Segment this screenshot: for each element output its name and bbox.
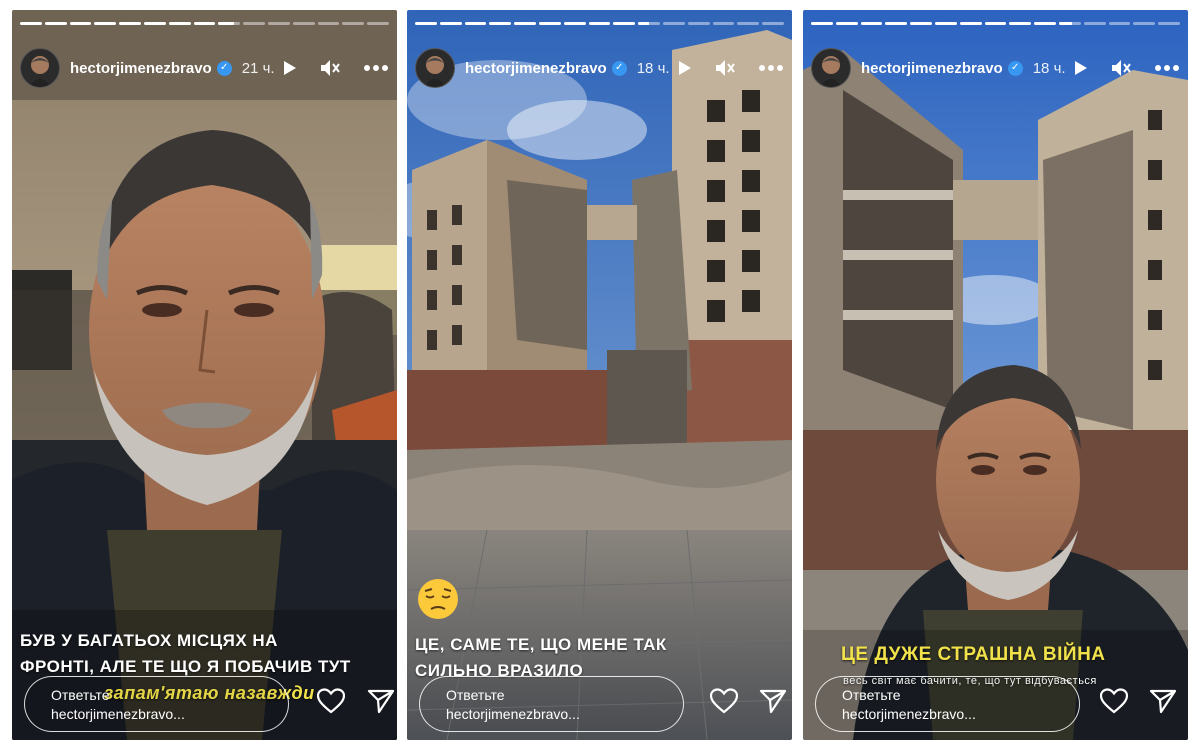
progress-segment xyxy=(267,22,290,25)
post-time: 21 ч. xyxy=(241,59,275,77)
progress-segment xyxy=(712,22,735,25)
progress-segment xyxy=(860,22,883,25)
progress-segment xyxy=(1009,22,1032,25)
mute-icon[interactable] xyxy=(1110,58,1132,78)
progress-segment xyxy=(69,22,92,25)
story-panel-3[interactable]: hectorjimenezbravo ✓ 18 ч. ЦЕ ДУЖЕ СТРАШ… xyxy=(803,10,1188,740)
heart-icon[interactable] xyxy=(1100,688,1128,714)
story-photo-selfie-ruins xyxy=(803,10,1188,740)
progress-segment xyxy=(119,22,141,25)
progress-segment xyxy=(317,22,340,25)
story-progress-bar xyxy=(811,22,1180,25)
progress-segment xyxy=(489,22,512,25)
progress-segment xyxy=(464,22,487,25)
progress-segment xyxy=(342,22,365,25)
progress-segment xyxy=(984,22,1007,25)
avatar[interactable] xyxy=(20,48,60,88)
reply-placeholder-line2: hectorjimenezbravo... xyxy=(842,706,976,722)
more-icon[interactable] xyxy=(758,64,784,72)
caption-highlight: ЦЕ ДУЖЕ СТРАШНА ВІЙНА xyxy=(841,644,1106,665)
username[interactable]: hectorjimenezbravo xyxy=(70,60,212,77)
progress-segment xyxy=(1158,22,1180,25)
progress-segment xyxy=(563,22,586,25)
avatar[interactable] xyxy=(415,48,455,88)
progress-segment xyxy=(243,22,265,25)
more-icon[interactable] xyxy=(363,64,389,72)
reply-placeholder-line1: Ответьте xyxy=(842,687,901,703)
progress-segment xyxy=(1058,22,1081,25)
progress-segment xyxy=(588,22,611,25)
reply-placeholder-line2: hectorjimenezbravo... xyxy=(446,706,580,722)
reply-input[interactable]: Ответьте hectorjimenezbravo... xyxy=(24,676,289,732)
send-icon[interactable] xyxy=(1149,688,1177,714)
progress-segment xyxy=(613,22,636,25)
progress-segment xyxy=(959,22,982,25)
play-icon[interactable] xyxy=(678,60,692,76)
progress-segment xyxy=(168,22,191,25)
progress-segment xyxy=(885,22,908,25)
heart-icon[interactable] xyxy=(710,688,738,714)
verified-icon: ✓ xyxy=(611,60,627,76)
progress-segment xyxy=(20,22,42,25)
progress-segment xyxy=(835,22,858,25)
progress-segment xyxy=(1133,22,1156,25)
post-time: 18 ч. xyxy=(636,59,670,77)
progress-segment xyxy=(292,22,315,25)
story-progress-bar xyxy=(20,22,389,25)
more-icon[interactable] xyxy=(1154,64,1180,72)
progress-segment xyxy=(737,22,760,25)
progress-segment xyxy=(638,22,660,25)
story-caption: БУВ У БАГАТЬОХ МІСЦЯХ НА ФРОНТІ, АЛЕ ТЕ … xyxy=(20,628,377,680)
verified-icon: ✓ xyxy=(1007,60,1023,76)
progress-segment xyxy=(1108,22,1131,25)
username[interactable]: hectorjimenezbravo xyxy=(465,60,607,77)
mute-icon[interactable] xyxy=(714,58,736,78)
post-time: 18 ч. xyxy=(1032,59,1066,77)
play-icon[interactable] xyxy=(283,60,297,76)
story-progress-bar xyxy=(415,22,784,25)
progress-segment xyxy=(367,22,389,25)
send-icon[interactable] xyxy=(367,688,395,714)
progress-segment xyxy=(44,22,67,25)
progress-segment xyxy=(811,22,833,25)
progress-segment xyxy=(934,22,957,25)
caption-line: ЦЕ, САМЕ ТЕ, ЩО МЕНЕ ТАК xyxy=(415,635,667,654)
progress-segment xyxy=(910,22,932,25)
progress-segment xyxy=(193,22,216,25)
reply-input[interactable]: Ответьте hectorjimenezbravo... xyxy=(815,676,1080,732)
pensive-face-emoji xyxy=(418,579,458,619)
progress-segment xyxy=(662,22,685,25)
progress-segment xyxy=(687,22,710,25)
progress-segment xyxy=(1034,22,1056,25)
story-header: hectorjimenezbravo ✓ 18 ч. xyxy=(811,48,1180,88)
heart-icon[interactable] xyxy=(317,688,345,714)
progress-segment xyxy=(514,22,536,25)
progress-segment xyxy=(94,22,117,25)
progress-segment xyxy=(143,22,166,25)
story-panel-1[interactable]: hectorjimenezbravo ✓ 21 ч. БУВ У БАГАТЬО… xyxy=(12,10,397,740)
story-header: hectorjimenezbravo ✓ 18 ч. xyxy=(415,48,784,88)
play-icon[interactable] xyxy=(1074,60,1088,76)
send-icon[interactable] xyxy=(759,688,787,714)
caption-line: БУВ У БАГАТЬОХ МІСЦЯХ НА xyxy=(20,631,278,650)
progress-segment xyxy=(762,22,784,25)
story-header: hectorjimenezbravo ✓ 21 ч. xyxy=(20,48,389,88)
progress-segment xyxy=(218,22,241,25)
progress-segment xyxy=(1083,22,1106,25)
progress-segment xyxy=(439,22,462,25)
progress-segment xyxy=(538,22,561,25)
reply-placeholder-line1: Ответьте xyxy=(446,687,505,703)
reply-placeholder-line2: hectorjimenezbravo... xyxy=(51,706,185,722)
mute-icon[interactable] xyxy=(319,58,341,78)
reply-input[interactable]: Ответьте hectorjimenezbravo... xyxy=(419,676,684,732)
reply-placeholder-line1: Ответьте xyxy=(51,687,110,703)
progress-segment xyxy=(415,22,437,25)
avatar[interactable] xyxy=(811,48,851,88)
verified-icon: ✓ xyxy=(216,60,232,76)
username[interactable]: hectorjimenezbravo xyxy=(861,60,1003,77)
story-photo-destroyed-building xyxy=(407,10,792,740)
story-panel-2[interactable]: hectorjimenezbravo ✓ 18 ч. ЦЕ, САМЕ ТЕ, … xyxy=(407,10,792,740)
